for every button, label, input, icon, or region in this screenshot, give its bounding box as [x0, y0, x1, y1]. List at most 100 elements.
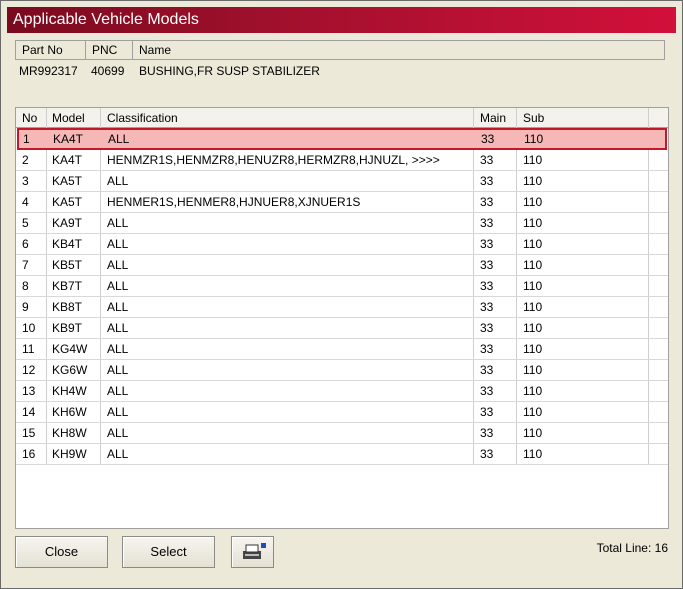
cell-main: 33	[480, 384, 494, 398]
cell-sub: 110	[523, 153, 543, 167]
pnc-header: PNC	[92, 43, 118, 57]
cell-model: KA9T	[52, 216, 83, 230]
part-name-value: BUSHING,FR SUSP STABILIZER	[139, 64, 320, 78]
table-row[interactable]: 2 KA4T HENMZR1S,HENMZR8,HENUZR8,HERMZR8,HJ…	[16, 149, 668, 171]
table-row[interactable]: 14 KH6W ALL 33 110	[16, 401, 668, 423]
cell-classification: HENMER1S,HENMER8,HJNUER8,XJNUER1S	[107, 195, 361, 209]
table-row[interactable]: 7 KB5T ALL 33 110	[16, 254, 668, 276]
table-row[interactable]: 6 KB4T ALL 33 110	[16, 233, 668, 255]
cell-classification: ALL	[107, 363, 129, 377]
cell-sub: 110	[523, 405, 543, 419]
cell-no: 8	[22, 279, 29, 293]
cell-model: KG6W	[52, 363, 88, 377]
cell-main: 33	[480, 447, 494, 461]
cell-classification: ALL	[108, 132, 130, 146]
cell-model: KB4T	[52, 237, 83, 251]
select-button[interactable]: Select	[122, 536, 215, 568]
print-button[interactable]	[231, 536, 274, 568]
cell-classification: ALL	[107, 321, 129, 335]
cell-main: 33	[480, 426, 494, 440]
col-no-header[interactable]: No	[22, 111, 37, 125]
cell-model: KB7T	[52, 279, 83, 293]
table-row[interactable]: 16 KH9W ALL 33 110	[16, 443, 668, 465]
cell-main: 33	[480, 405, 494, 419]
cell-no: 1	[23, 132, 30, 146]
cell-classification: HENMZR1S,HENMZR8,HENUZR8,HERMZR8,HJNUZL,…	[107, 153, 440, 167]
pnc-value: 40699	[91, 64, 125, 78]
cell-model: KA5T	[52, 195, 83, 209]
cell-no: 2	[22, 153, 29, 167]
cell-sub: 110	[523, 195, 543, 209]
cell-main: 33	[480, 237, 494, 251]
cell-sub: 110	[523, 321, 543, 335]
table-row[interactable]: 3 KA5T ALL 33 110	[16, 170, 668, 192]
cell-model: KH4W	[52, 384, 87, 398]
table-row[interactable]: 9 KB8T ALL 33 110	[16, 296, 668, 318]
part-info-panel: Part No PNC Name MR992317 40699 BUSHING,…	[15, 40, 665, 100]
table-row[interactable]: 15 KH8W ALL 33 110	[16, 422, 668, 444]
cell-sub: 110	[523, 447, 543, 461]
vehicle-models-table[interactable]: No Model Classification Main Sub 1 KA4T AL…	[15, 107, 669, 529]
cell-main: 33	[480, 363, 494, 377]
cell-sub: 110	[523, 216, 543, 230]
table-row[interactable]: 8 KB7T ALL 33 110	[16, 275, 668, 297]
part-no-header: Part No	[22, 43, 63, 57]
table-row[interactable]: 13 KH4W ALL 33 110	[16, 380, 668, 402]
col-classification-header[interactable]: Classification	[107, 111, 178, 125]
cell-no: 6	[22, 237, 29, 251]
cell-sub: 110	[523, 300, 543, 314]
cell-model: KH9W	[52, 447, 87, 461]
cell-sub: 110	[523, 426, 543, 440]
cell-main: 33	[480, 342, 494, 356]
cell-classification: ALL	[107, 237, 129, 251]
cell-main: 33	[481, 132, 495, 146]
cell-classification: ALL	[107, 447, 129, 461]
cell-no: 9	[22, 300, 29, 314]
cell-model: KG4W	[52, 342, 88, 356]
col-model-header[interactable]: Model	[52, 111, 85, 125]
cell-main: 33	[480, 174, 494, 188]
close-button[interactable]: Close	[15, 536, 108, 568]
cell-model: KB5T	[52, 258, 83, 272]
cell-no: 5	[22, 216, 29, 230]
cell-sub: 110	[523, 174, 543, 188]
cell-no: 15	[22, 426, 36, 440]
table-row-selected[interactable]: 1 KA4T ALL 33 110	[17, 128, 667, 150]
cell-no: 10	[22, 321, 36, 335]
cell-main: 33	[480, 195, 494, 209]
cell-no: 7	[22, 258, 29, 272]
table-row[interactable]: 4 KA5T HENMER1S,HENMER8,HJNUER8,XJNUER1S 33…	[16, 191, 668, 213]
cell-model: KA4T	[52, 153, 83, 167]
cell-classification: ALL	[107, 174, 129, 188]
cell-main: 33	[480, 258, 494, 272]
dialog-window: Applicable Vehicle Models Part No PNC Na…	[0, 0, 683, 589]
cell-no: 3	[22, 174, 29, 188]
cell-main: 33	[480, 300, 494, 314]
total-line-label: Total Line: 16	[596, 541, 668, 555]
cell-sub: 110	[523, 342, 543, 356]
cell-sub: 110	[523, 258, 543, 272]
col-main-header[interactable]: Main	[480, 111, 506, 125]
title-bar[interactable]: Applicable Vehicle Models	[7, 7, 676, 33]
cell-sub: 110	[523, 279, 543, 293]
cell-main: 33	[480, 321, 494, 335]
cell-no: 14	[22, 405, 36, 419]
part-info-header: Part No PNC Name	[15, 40, 665, 60]
table-row[interactable]: 11 KG4W ALL 33 110	[16, 338, 668, 360]
cell-classification: ALL	[107, 300, 129, 314]
cell-classification: ALL	[107, 216, 129, 230]
cell-model: KH8W	[52, 426, 87, 440]
table-row[interactable]: 10 KB9T ALL 33 110	[16, 317, 668, 339]
cell-classification: ALL	[107, 384, 129, 398]
col-sub-header[interactable]: Sub	[523, 111, 544, 125]
cell-no: 13	[22, 384, 36, 398]
cell-no: 16	[22, 447, 36, 461]
table-row[interactable]: 5 KA9T ALL 33 110	[16, 212, 668, 234]
dialog-body: Applicable Vehicle Models Part No PNC Na…	[7, 7, 676, 582]
cell-classification: ALL	[107, 426, 129, 440]
table-row[interactable]: 12 KG6W ALL 33 110	[16, 359, 668, 381]
cell-main: 33	[480, 153, 494, 167]
cell-main: 33	[480, 216, 494, 230]
cell-no: 11	[22, 342, 35, 356]
name-header: Name	[139, 43, 172, 57]
